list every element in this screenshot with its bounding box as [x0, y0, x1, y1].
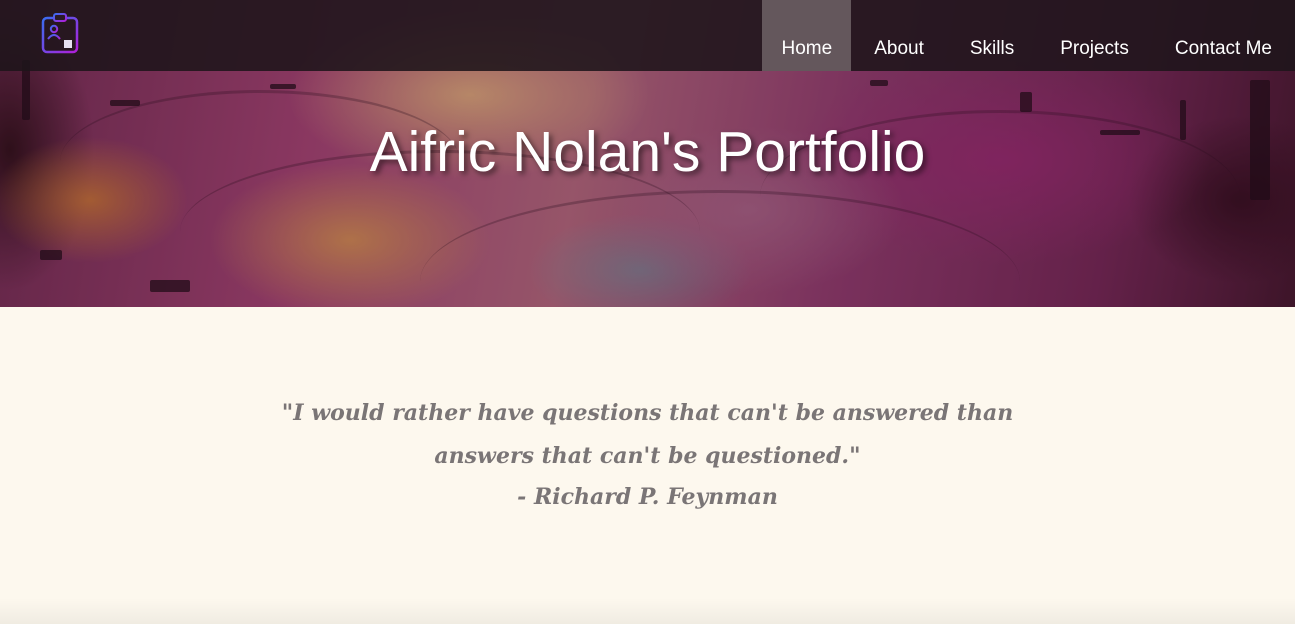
page-title: Aifric Nolan's Portfolio: [369, 120, 926, 184]
quote-text: "I would rather have questions that can'…: [281, 400, 1014, 469]
nav-item-home[interactable]: Home: [761, 0, 852, 71]
id-badge-icon[interactable]: [40, 12, 80, 54]
top-navbar: Home About Skills Projects Contact Me: [0, 0, 1295, 71]
nav-item-projects[interactable]: Projects: [1037, 0, 1152, 71]
quote-author: - Richard P. Feynman: [517, 484, 778, 510]
nav-item-about[interactable]: About: [851, 0, 947, 71]
quote-section: "I would rather have questions that can'…: [0, 307, 1295, 624]
nav-item-skills[interactable]: Skills: [947, 0, 1037, 71]
nav-menu: Home About Skills Projects Contact Me: [761, 0, 1295, 71]
nav-item-contact-me[interactable]: Contact Me: [1152, 0, 1295, 71]
